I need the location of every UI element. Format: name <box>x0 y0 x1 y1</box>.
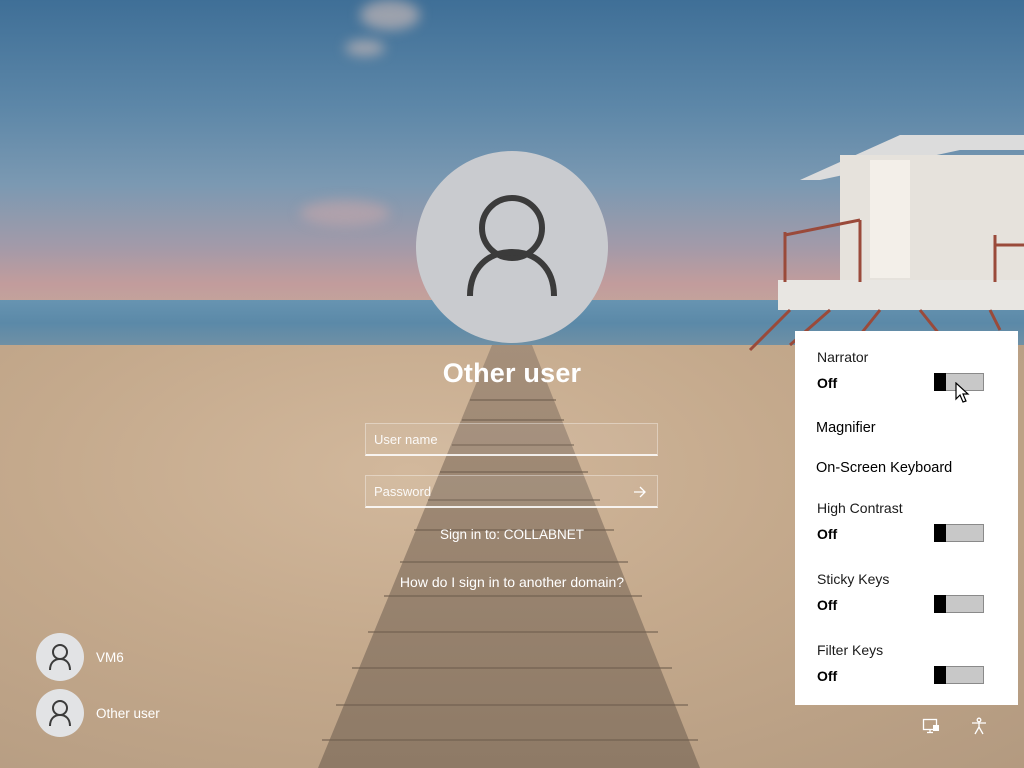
onscreen-keyboard-item[interactable]: On-Screen Keyboard <box>816 460 952 476</box>
narrator-state: Off <box>817 375 838 391</box>
password-input[interactable] <box>366 476 657 506</box>
toggle-knob <box>934 524 946 542</box>
submit-button[interactable] <box>631 483 649 501</box>
high-contrast-label: High Contrast <box>817 500 903 516</box>
person-icon <box>49 644 71 671</box>
ease-of-access-icon <box>972 717 986 735</box>
other-domain-link[interactable]: How do I sign in to another domain? <box>352 574 672 590</box>
user-title: Other user <box>442 358 582 388</box>
user-list-item-vm6[interactable]: VM6 <box>36 633 124 681</box>
network-icon <box>922 718 939 734</box>
network-button[interactable] <box>921 716 941 736</box>
user-list-name: Other user <box>96 705 160 721</box>
sticky-keys-toggle[interactable] <box>934 595 984 613</box>
high-contrast-state: Off <box>817 526 838 542</box>
ease-of-access-panel: Narrator Off Magnifier On-Screen Keyboar… <box>795 331 1018 705</box>
lock-screen: Other user Sign in to: COLLABNET How do … <box>0 0 1024 768</box>
person-icon <box>467 195 557 297</box>
user-list-name: VM6 <box>96 649 124 665</box>
user-avatar-small <box>36 689 84 737</box>
ease-of-access-button[interactable] <box>969 716 989 736</box>
sticky-keys-label: Sticky Keys <box>817 571 890 587</box>
username-input[interactable] <box>366 424 657 454</box>
user-avatar-small <box>36 633 84 681</box>
sticky-keys-state: Off <box>817 597 838 613</box>
username-field-container <box>365 423 658 456</box>
high-contrast-toggle[interactable] <box>934 524 984 542</box>
user-list-item-other-user[interactable]: Other user <box>36 689 160 737</box>
arrow-right-icon <box>634 486 646 498</box>
password-field-container <box>365 475 658 508</box>
toggle-knob <box>934 373 946 391</box>
filter-keys-label: Filter Keys <box>817 642 884 658</box>
filter-keys-state: Off <box>817 668 838 684</box>
toggle-knob <box>934 595 946 613</box>
mouse-cursor-icon <box>955 382 970 403</box>
person-icon <box>49 700 71 727</box>
magnifier-item[interactable]: Magnifier <box>816 420 876 436</box>
filter-keys-toggle[interactable] <box>934 666 984 684</box>
user-avatar <box>416 151 608 343</box>
toggle-knob <box>934 666 946 684</box>
sign-in-domain-text: Sign in to: COLLABNET <box>439 527 585 542</box>
narrator-label: Narrator <box>817 349 869 365</box>
